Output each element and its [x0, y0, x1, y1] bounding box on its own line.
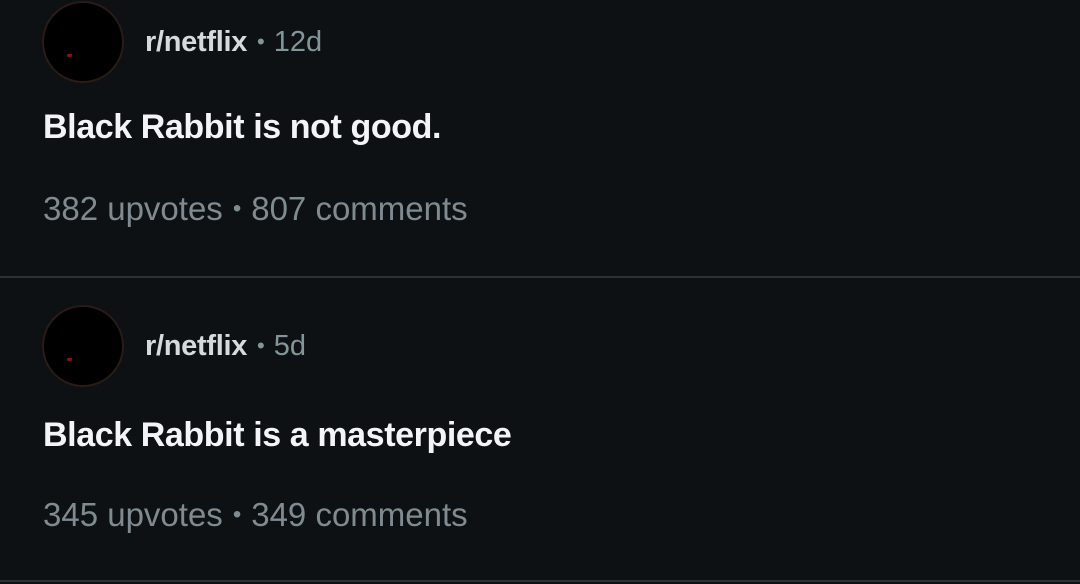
post-meta-row: r/netflix • 12d	[42, 0, 322, 84]
subreddit-avatar-icon[interactable]	[42, 1, 124, 83]
post-stats: 382 upvotes • 807 comments	[43, 190, 468, 228]
post-divider	[0, 276, 1080, 278]
post-card[interactable]: r/netflix • 12d Black Rabbit is not good…	[0, 0, 1080, 276]
search-results-feed: r/netflix • 12d Black Rabbit is not good…	[0, 0, 1080, 584]
post-card[interactable]: r/netflix • 5d Black Rabbit is a masterp…	[0, 304, 1080, 584]
upvote-count: 345 upvotes	[43, 496, 223, 533]
post-title[interactable]: Black Rabbit is not good.	[43, 108, 441, 147]
subreddit-name[interactable]: r/netflix	[145, 26, 247, 59]
comment-count: 807 comments	[251, 190, 468, 227]
stats-separator: •	[232, 195, 242, 222]
post-age: 12d	[273, 25, 323, 58]
meta-separator: •	[257, 333, 265, 358]
post-title[interactable]: Black Rabbit is a masterpiece	[43, 416, 512, 455]
subreddit-avatar-icon[interactable]	[42, 305, 124, 387]
stats-separator: •	[232, 501, 242, 528]
upvote-count: 382 upvotes	[43, 190, 223, 227]
avatar-logo-mark	[67, 358, 72, 361]
post-meta-row: r/netflix • 5d	[42, 304, 306, 388]
post-age: 5d	[273, 329, 307, 362]
post-stats: 345 upvotes • 349 comments	[43, 496, 468, 534]
comment-count: 349 comments	[251, 496, 468, 533]
subreddit-name[interactable]: r/netflix	[145, 330, 247, 363]
post-divider	[0, 580, 1080, 582]
avatar-logo-mark	[67, 54, 72, 57]
meta-separator: •	[257, 29, 265, 54]
